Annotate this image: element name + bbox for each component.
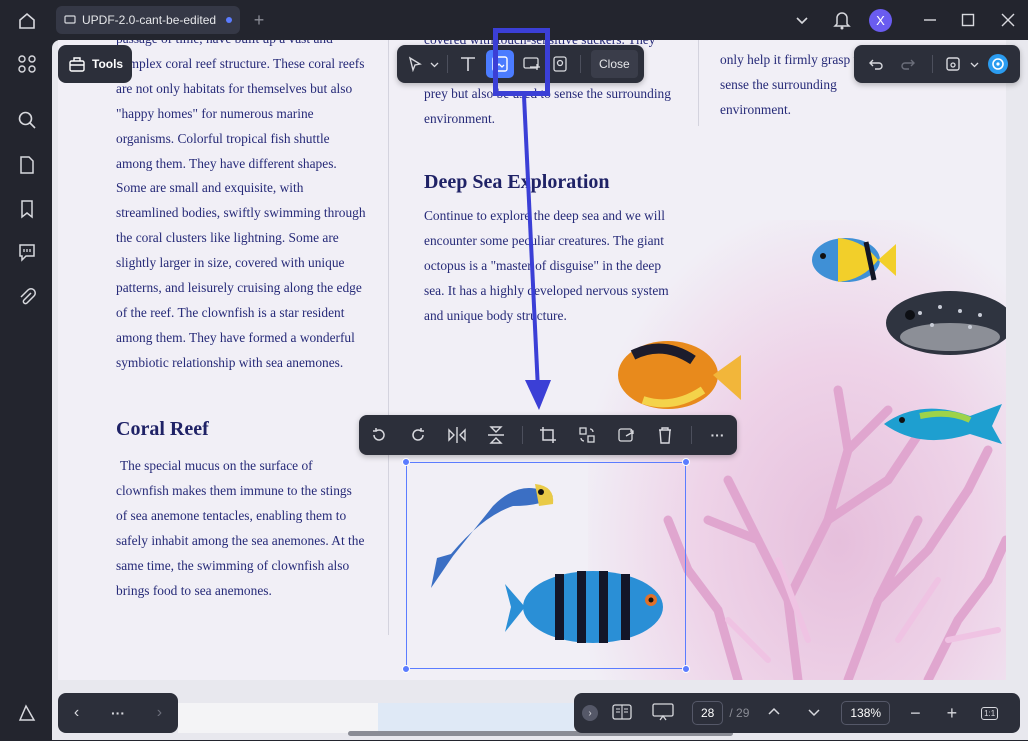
close-window-icon[interactable] (998, 10, 1018, 30)
home-icon[interactable] (16, 10, 38, 32)
redo-icon[interactable] (894, 50, 922, 78)
toolbar-divider (931, 55, 933, 73)
left-column-text: passage of time, have built up a vast an… (116, 40, 366, 370)
column-divider (698, 40, 699, 126)
text-tool-icon[interactable] (454, 50, 482, 78)
maximize-icon[interactable] (958, 10, 978, 30)
resize-handle-top-right[interactable] (682, 458, 690, 466)
page-icon[interactable] (16, 154, 38, 176)
resize-handle-bottom-right[interactable] (682, 665, 690, 673)
zoom-out-icon[interactable]: − (910, 703, 921, 724)
page-nav-left: ‹ ··· › (58, 693, 178, 733)
page-thumbnail-strip[interactable] (178, 703, 574, 733)
resize-handle-top-left[interactable] (402, 458, 410, 466)
chevron-down-icon[interactable] (968, 50, 980, 78)
comment-icon[interactable] (16, 241, 38, 263)
image-selection-box[interactable] (402, 458, 690, 673)
chevron-down-icon[interactable] (792, 10, 812, 30)
mid-column-text: prey but also be used to sense the surro… (424, 86, 671, 126)
toolbox-icon (69, 57, 85, 72)
layers-icon[interactable] (16, 702, 38, 724)
new-tab-icon[interactable]: + (250, 10, 268, 30)
next-icon[interactable]: › (157, 704, 162, 722)
tools-label: Tools (92, 57, 124, 71)
toolbar-divider (521, 426, 523, 444)
page-down-icon[interactable] (807, 705, 821, 722)
zoom-level[interactable]: 138% (841, 701, 891, 725)
search-icon[interactable] (16, 109, 38, 131)
actual-size-icon[interactable]: 1:1 (981, 706, 999, 720)
page-number-input[interactable]: 28 (692, 701, 724, 725)
tab-title: UPDF-2.0-cant-be-edited (82, 13, 217, 27)
bell-icon[interactable] (832, 9, 852, 31)
deep-sea-text: Continue to explore the deep sea and we … (424, 208, 669, 323)
parrot-fish-image[interactable] (880, 398, 1005, 448)
previous-icon[interactable]: ‹ (74, 704, 79, 722)
total-pages: / 29 (729, 706, 750, 720)
delete-icon[interactable] (652, 421, 679, 449)
pufferfish-image[interactable] (880, 285, 1006, 357)
flip-vertical-icon[interactable] (482, 421, 509, 449)
crop-icon[interactable] (534, 421, 561, 449)
toolbar-divider (690, 426, 692, 444)
flip-horizontal-icon[interactable] (443, 421, 470, 449)
resize-handle-bottom-left[interactable] (402, 665, 410, 673)
orange-fish-image[interactable] (613, 330, 743, 420)
tools-button[interactable]: Tools (58, 45, 132, 83)
select-cursor-icon[interactable] (403, 50, 427, 78)
attachment-icon[interactable] (16, 286, 38, 308)
bookmark-icon[interactable] (16, 198, 38, 220)
column-divider (388, 40, 389, 635)
ai-assistant-icon[interactable] (984, 50, 1012, 78)
toolbar-divider (580, 55, 581, 73)
avatar[interactable]: X (869, 9, 892, 32)
more-options-icon[interactable]: ··· (704, 421, 731, 449)
undo-icon[interactable] (862, 50, 890, 78)
unsaved-dot-icon (226, 17, 233, 23)
replace-image-icon[interactable] (574, 421, 601, 449)
rotate-right-icon[interactable] (404, 421, 431, 449)
page-up-icon[interactable] (767, 705, 781, 722)
view-controls: › 28 / 29 138% − + 1:1 (574, 693, 1020, 733)
image-edit-toolbar: ··· (359, 415, 737, 455)
page-layout-icon[interactable] (612, 703, 632, 723)
bookmark-tool-icon[interactable] (546, 50, 574, 78)
toolbar-divider (447, 55, 448, 73)
sidebar (0, 40, 52, 741)
coral-reef-text: The special mucus on the surface of clow… (116, 458, 365, 598)
heading-deep-sea: Deep Sea Exploration (424, 171, 610, 193)
zoom-in-icon[interactable]: + (947, 703, 958, 724)
chevron-down-icon[interactable] (427, 50, 441, 78)
more-pages-icon[interactable]: ··· (111, 705, 125, 721)
yellow-fish-image[interactable] (808, 232, 898, 287)
extract-image-icon[interactable] (613, 421, 640, 449)
annotation-highlight-box (493, 28, 550, 96)
document-tab[interactable]: UPDF-2.0-cant-be-edited (56, 6, 240, 34)
grid-icon[interactable] (16, 53, 38, 75)
minimize-icon[interactable] (920, 10, 940, 30)
rotate-left-icon[interactable] (365, 421, 392, 449)
presentation-icon[interactable] (652, 702, 674, 724)
save-icon[interactable] (943, 50, 965, 78)
collapse-icon[interactable]: › (582, 705, 598, 721)
current-page-thumbnail[interactable] (378, 703, 574, 733)
history-toolbar (854, 45, 1020, 83)
close-button[interactable]: Close (591, 50, 638, 78)
heading-coral-reef: Coral Reef (116, 418, 209, 440)
comment-icon (64, 15, 76, 24)
